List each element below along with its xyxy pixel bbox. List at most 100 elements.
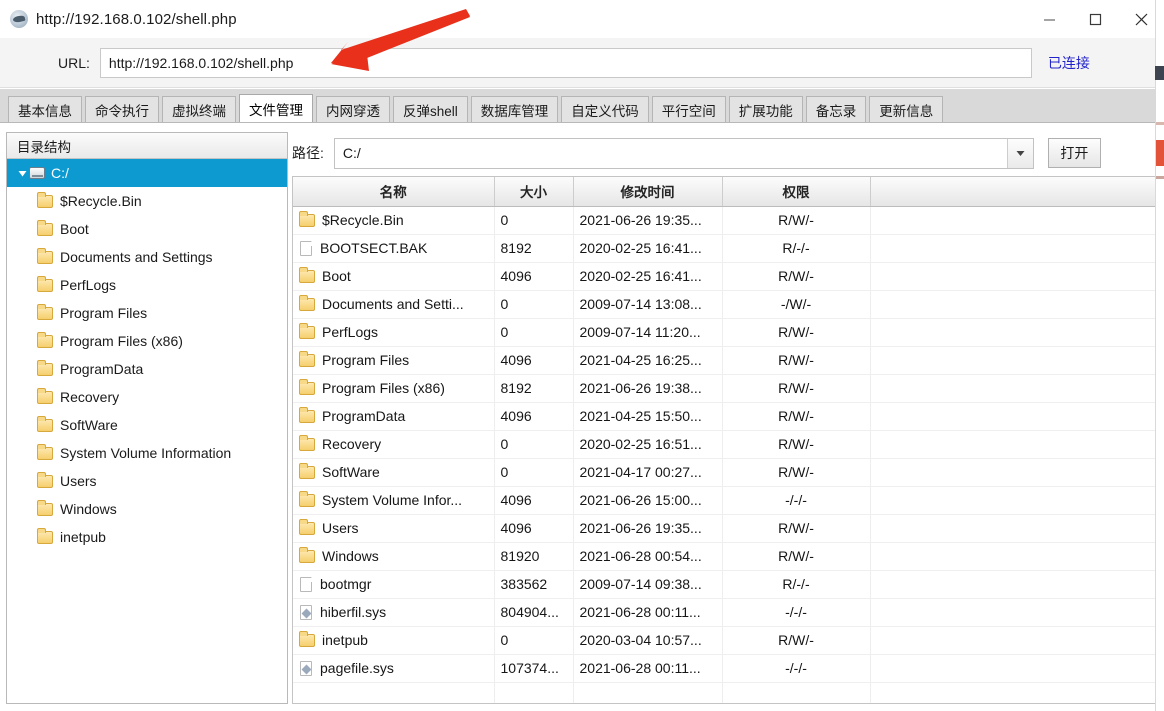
column-header-name[interactable]: 名称 [293,177,495,207]
file-name: Users [322,520,359,536]
minimize-icon[interactable] [1026,0,1072,38]
file-modified: 2021-06-28 00:54... [573,542,723,571]
table-row[interactable]: Documents and Setti... 0 2009-07-14 13:0… [293,290,1155,319]
tree-item-perflogs[interactable]: PerfLogs [7,271,287,299]
table-row[interactable]: pagefile.sys 107374... 2021-06-28 00:11.… [293,654,1155,683]
open-button[interactable]: 打开 [1047,138,1101,168]
folder-icon [299,434,315,451]
file-modified: 2009-07-14 09:38... [573,570,723,599]
app-window: http://192.168.0.102/shell.php URL: http… [0,0,1164,711]
file-extra [870,458,1155,487]
file-size: 0 [494,458,574,487]
chevron-down-icon[interactable] [1006,138,1033,168]
table-row[interactable]: Program Files (x86) 8192 2021-06-26 19:3… [293,374,1155,403]
file-size: 0 [494,206,574,235]
file-modified: 2021-06-26 19:38... [573,374,723,403]
tree-item-label: Boot [60,221,89,237]
tree-item-label: Users [60,473,97,489]
tab-parallel-space[interactable]: 平行空间 [651,96,726,122]
tree-item-recovery[interactable]: Recovery [7,383,287,411]
table-row[interactable]: bootmgr 383562 2009-07-14 09:38... R/-/- [293,570,1155,599]
table-row[interactable]: Program Files 4096 2021-04-25 16:25... R… [293,346,1155,375]
file-table-container[interactable]: 名称 大小 修改时间 权限 $Recycle.Bin 0 2021-06-26 … [292,176,1156,704]
table-row-empty[interactable] [293,682,1155,703]
tree-item-label: C:/ [51,165,69,181]
tree-item-system-volume-information[interactable]: System Volume Information [7,439,287,467]
column-header-perm[interactable]: 权限 [722,177,871,207]
table-row[interactable]: Users 4096 2021-06-26 19:35... R/W/- [293,514,1155,543]
chevron-down-icon[interactable] [15,169,29,178]
tab-update-info[interactable]: 更新信息 [869,96,944,122]
edge-artifact-line-bottom [1156,176,1164,179]
tab-bar: 基本信息 命令执行 虚拟终端 文件管理 内网穿透 反弹shell 数据库管理 自… [0,89,1155,123]
column-header-blank[interactable] [870,177,1155,207]
table-row[interactable]: $Recycle.Bin 0 2021-06-26 19:35... R/W/- [293,206,1155,235]
tree-item-inetpub[interactable]: inetpub [7,523,287,551]
tree-item-windows[interactable]: Windows [7,495,287,523]
file-perm: R/W/- [722,346,871,375]
folder-icon [37,499,53,516]
url-input[interactable]: http://192.168.0.102/shell.php [99,47,1032,78]
table-row[interactable]: BOOTSECT.BAK 8192 2020-02-25 16:41... R/… [293,234,1155,263]
file-perm: -/W/- [722,290,871,319]
table-row[interactable]: hiberfil.sys 804904... 2021-06-28 00:11.… [293,598,1155,627]
tree-item-recycle-bin[interactable]: $Recycle.Bin [7,187,287,215]
folder-icon [37,303,53,320]
file-size: 0 [494,430,574,459]
folder-icon [37,387,53,404]
file-perm: R/-/- [722,234,871,263]
tab-command-exec[interactable]: 命令执行 [85,96,159,122]
file-modified: 2020-02-25 16:51... [573,430,723,459]
table-row[interactable]: System Volume Infor... 4096 2021-06-26 1… [293,486,1155,515]
table-row[interactable]: PerfLogs 0 2009-07-14 11:20... R/W/- [293,318,1155,347]
file-table-body: $Recycle.Bin 0 2021-06-26 19:35... R/W/-… [293,206,1155,703]
tab-intranet[interactable]: 内网穿透 [316,96,390,122]
tree-item-documents-and-settings[interactable]: Documents and Settings [7,243,287,271]
tab-database[interactable]: 数据库管理 [470,96,559,122]
folder-icon [299,546,315,563]
file-extra [870,514,1155,543]
tree-item-program-files-x86[interactable]: Program Files (x86) [7,327,287,355]
table-row[interactable]: Recovery 0 2020-02-25 16:51... R/W/- [293,430,1155,459]
column-header-modified[interactable]: 修改时间 [573,177,723,207]
table-row[interactable]: Boot 4096 2020-02-25 16:41... R/W/- [293,262,1155,291]
tree-item-programdata[interactable]: ProgramData [7,355,287,383]
file-size: 8192 [494,234,574,263]
path-combobox[interactable]: C:/ [333,137,1034,169]
tab-extensions[interactable]: 扩展功能 [728,96,803,122]
tab-file-manager[interactable]: 文件管理 [239,94,313,122]
tab-basic-info[interactable]: 基本信息 [8,96,82,122]
tab-virtual-term[interactable]: 虚拟终端 [162,96,236,122]
table-header-row: 名称 大小 修改时间 权限 [293,177,1155,207]
tree-item-label: ProgramData [60,361,144,377]
tree-item-users[interactable]: Users [7,467,287,495]
tree-item-software[interactable]: SoftWare [7,411,287,439]
title-bar: http://192.168.0.102/shell.php [0,0,1164,38]
file-name: bootmgr [320,576,372,592]
folder-icon [37,527,53,544]
folder-icon [37,359,53,376]
folder-icon [299,630,315,647]
tab-memo[interactable]: 备忘录 [805,96,867,122]
file-modified: 2020-03-04 10:57... [573,626,723,655]
tab-custom-code[interactable]: 自定义代码 [561,96,649,122]
table-row[interactable]: ProgramData 4096 2021-04-25 15:50... R/W… [293,402,1155,431]
tree-item-program-files[interactable]: Program Files [7,299,287,327]
path-input[interactable]: C:/ [335,139,1007,168]
table-row[interactable]: Windows 81920 2021-06-28 00:54... R/W/- [293,542,1155,571]
column-header-size[interactable]: 大小 [494,177,574,207]
tree-list[interactable]: C:/ $Recycle.Bin Boot Documents and Sett… [7,159,287,702]
folder-icon [299,266,315,283]
maximize-icon[interactable] [1072,0,1118,38]
tab-reverse-shell[interactable]: 反弹shell [393,96,468,122]
drive-icon [29,167,45,179]
tree-item-root[interactable]: C:/ [7,159,287,187]
table-row[interactable]: SoftWare 0 2021-04-17 00:27... R/W/- [293,458,1155,487]
folder-icon [299,294,315,311]
file-perm: R/W/- [722,430,871,459]
table-row[interactable]: inetpub 0 2020-03-04 10:57... R/W/- [293,626,1155,655]
file-extra [870,542,1155,571]
tree-item-label: SoftWare [60,417,118,433]
tree-item-boot[interactable]: Boot [7,215,287,243]
file-perm: -/-/- [722,486,871,515]
